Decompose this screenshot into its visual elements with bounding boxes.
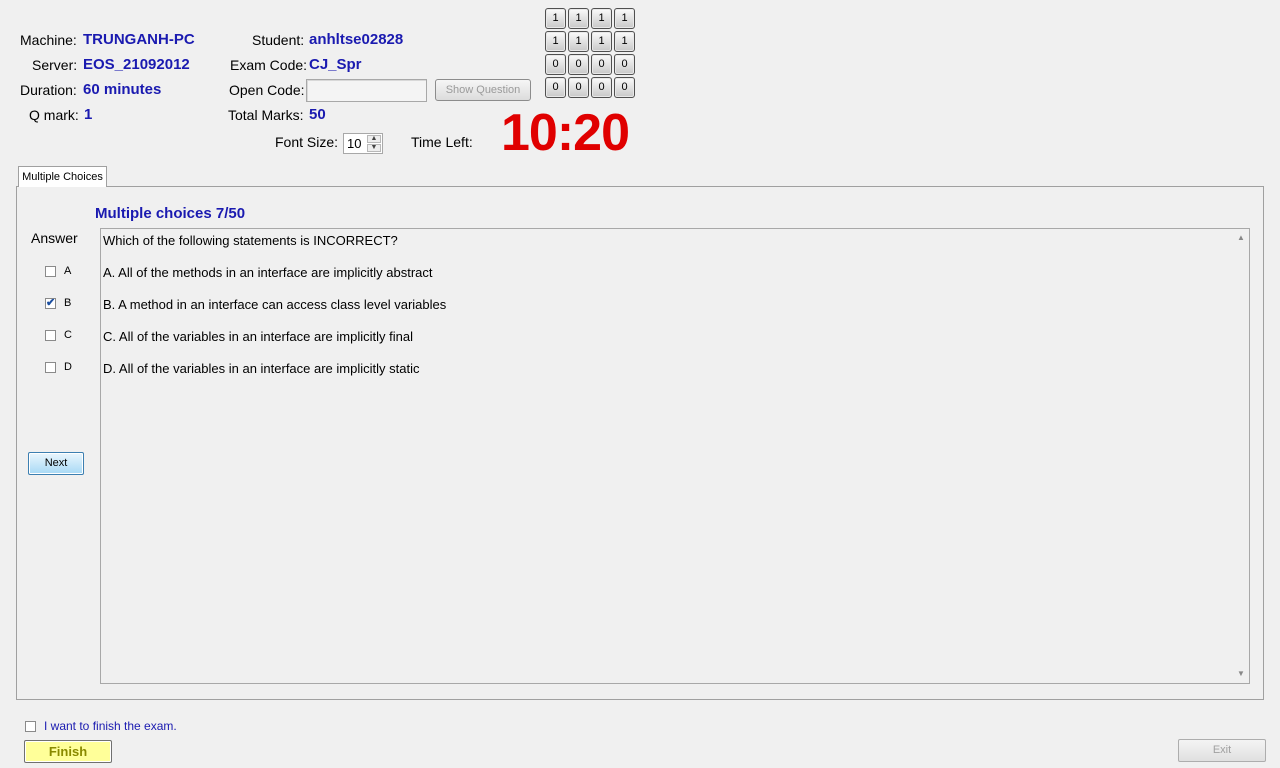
question-text: Which of the following statements is INC… [103,233,398,248]
answer-grid-cell[interactable]: 1 [545,31,566,52]
total-marks-value: 50 [309,106,326,123]
spinner-down-icon[interactable]: ▼ [367,144,381,152]
answer-grid-cell[interactable]: 0 [614,54,635,75]
answer-grid-cell[interactable]: 0 [545,77,566,98]
answer-grid-cell[interactable]: 1 [545,8,566,29]
duration-value: 60 minutes [83,81,162,98]
answer-grid-cell[interactable]: 1 [568,8,589,29]
total-marks-label: Total Marks: [228,107,304,123]
next-button[interactable]: Next [28,452,84,475]
exit-button[interactable]: Exit [1178,739,1266,762]
open-code-input[interactable] [306,79,427,102]
machine-label: Machine: [20,32,77,48]
finish-button[interactable]: Finish [24,740,112,763]
answer-grid-cell[interactable]: 1 [591,8,612,29]
countdown-timer: 10:20 [501,104,630,162]
choice-c-checkbox[interactable] [45,330,56,341]
answer-grid-cell[interactable]: 1 [568,31,589,52]
exam-code-label: Exam Code: [230,57,308,73]
answer-grid-cell[interactable]: 0 [568,77,589,98]
qmark-label: Q mark: [29,107,79,123]
answer-grid-cell[interactable]: 0 [568,54,589,75]
tab-multiple-choices[interactable]: Multiple Choices [18,166,107,187]
question-option-a: A. All of the methods in an interface ar… [103,265,433,280]
question-option-b: B. A method in an interface can access c… [103,297,447,312]
font-size-label: Font Size: [275,134,339,150]
qmark-value: 1 [84,106,93,123]
vertical-scrollbar[interactable]: ▲ ▼ [1234,230,1248,682]
answer-heading: Answer [31,230,78,246]
server-value: EOS_21092012 [83,56,190,73]
answer-grid-cell[interactable]: 1 [591,31,612,52]
choice-c-label: C [64,329,72,341]
machine-value: TRUNGANH-PC [83,31,195,48]
question-text-box[interactable]: Which of the following statements is INC… [100,228,1250,684]
answer-grid-cell[interactable]: 1 [614,31,635,52]
choice-d-label: D [64,361,72,373]
show-question-button[interactable]: Show Question [435,79,531,101]
spinner-up-icon[interactable]: ▲ [367,135,381,143]
answer-grid-cell[interactable]: 0 [545,54,566,75]
answer-grid-cell[interactable]: 0 [591,54,612,75]
scroll-down-icon[interactable]: ▼ [1234,666,1248,682]
font-size-value: 10 [347,136,362,151]
question-number-title: Multiple choices 7/50 [95,205,246,222]
finish-confirm-label: I want to finish the exam. [44,719,177,733]
finish-confirm-checkbox[interactable] [25,721,36,732]
exam-code-value: CJ_Spr [309,56,362,73]
scroll-up-icon[interactable]: ▲ [1234,230,1248,246]
open-code-label: Open Code: [229,82,305,98]
student-value: anhltse02828 [309,31,404,48]
server-label: Server: [32,57,78,73]
answer-grid-cell[interactable]: 1 [614,8,635,29]
answer-grid-cell[interactable]: 0 [614,77,635,98]
question-option-d: D. All of the variables in an interface … [103,361,420,376]
choice-b-checkbox[interactable] [45,296,56,309]
choice-d-checkbox[interactable] [45,362,56,373]
student-label: Student: [252,32,305,48]
question-option-c: C. All of the variables in an interface … [103,329,413,344]
choice-a-label: A [64,265,72,277]
duration-label: Duration: [20,82,77,98]
choice-b-label: B [64,297,72,309]
choice-a-checkbox[interactable] [45,266,56,277]
time-left-label: Time Left: [411,134,473,150]
answer-grid-cell[interactable]: 0 [591,77,612,98]
font-size-spinner[interactable]: 10 ▲ ▼ [343,133,383,154]
